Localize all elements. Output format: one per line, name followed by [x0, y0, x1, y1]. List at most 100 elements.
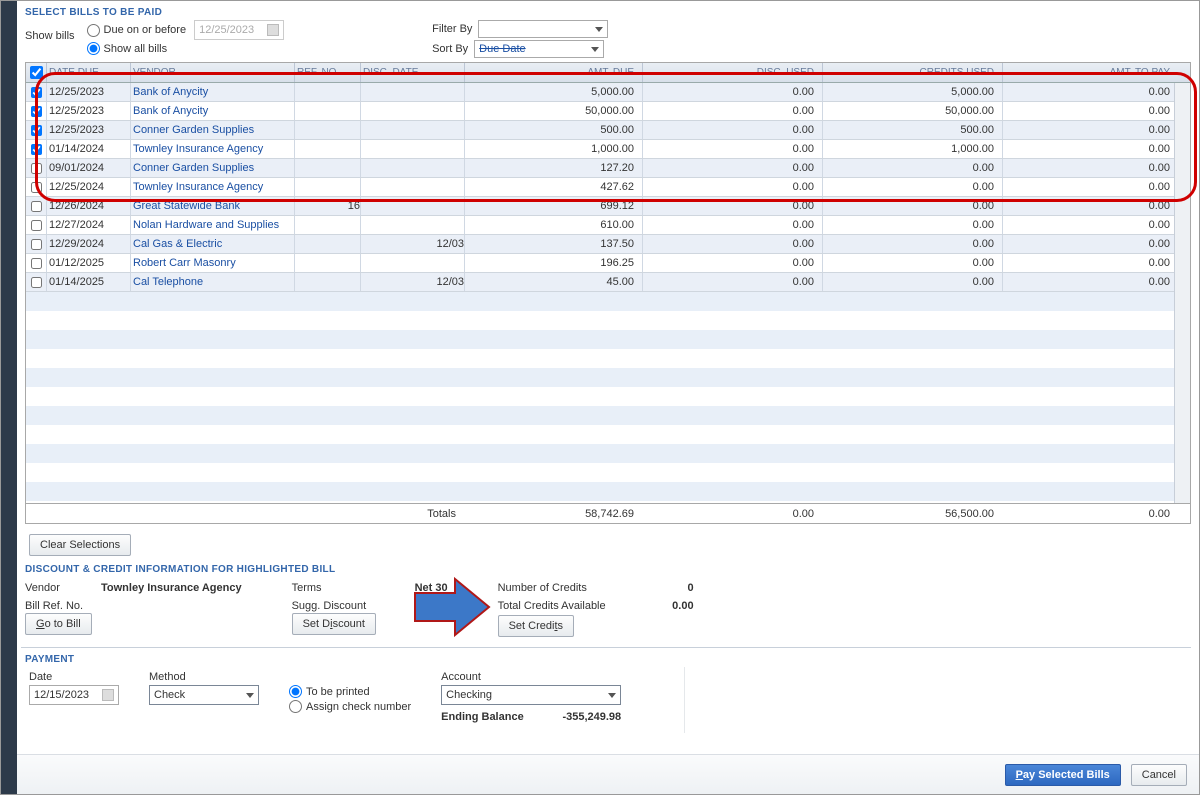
radio-to-be-printed[interactable]: To be printed — [289, 685, 411, 698]
cell-amt-to-pay: 0.00 — [1002, 235, 1178, 253]
row-checkbox[interactable] — [31, 239, 42, 250]
totals-cred: 56,500.00 — [822, 508, 1002, 520]
row-checkbox[interactable] — [31, 277, 42, 288]
table-row[interactable]: 12/27/2024Nolan Hardware and Supplies610… — [26, 216, 1190, 235]
cell-amt-due: 610.00 — [464, 216, 642, 234]
cell-ref-no — [294, 121, 360, 139]
calendar-icon — [267, 24, 279, 36]
section-title-payment: PAYMENT — [25, 654, 1191, 665]
cell-vendor[interactable]: Conner Garden Supplies — [130, 159, 294, 177]
cell-vendor[interactable]: Townley Insurance Agency — [130, 140, 294, 158]
cell-date-due: 12/25/2023 — [46, 102, 130, 120]
cell-ref-no — [294, 254, 360, 272]
cell-credits-used: 0.00 — [822, 159, 1002, 177]
cell-vendor[interactable]: Great Statewide Bank — [130, 197, 294, 215]
due-before-date-disabled: 12/25/2023 — [194, 20, 284, 40]
table-row[interactable]: 01/12/2025Robert Carr Masonry196.250.000… — [26, 254, 1190, 273]
radio-due-on-or-before[interactable]: Due on or before 12/25/2023 — [87, 20, 285, 40]
calendar-icon[interactable] — [102, 689, 114, 701]
row-checkbox[interactable] — [31, 125, 42, 136]
row-checkbox[interactable] — [31, 163, 42, 174]
cell-disc-used: 0.00 — [642, 83, 822, 101]
table-row[interactable]: 12/25/2023Bank of Anycity5,000.000.005,0… — [26, 83, 1190, 102]
row-checkbox[interactable] — [31, 106, 42, 117]
payment-date-value: 12/15/2023 — [34, 689, 89, 701]
show-bills-label: Show bills — [25, 20, 75, 42]
totals-disc: 0.00 — [642, 508, 822, 520]
header-amt-due[interactable]: AMT. DUE — [464, 63, 642, 82]
cell-disc-used: 0.00 — [642, 254, 822, 272]
sort-by-value: Due Date — [479, 43, 525, 55]
cell-disc-used: 0.00 — [642, 178, 822, 196]
row-checkbox[interactable] — [31, 220, 42, 231]
cancel-button[interactable]: Cancel — [1131, 764, 1187, 786]
cell-ref-no: 16 — [294, 197, 360, 215]
section-title-select-bills: SELECT BILLS TO BE PAID — [25, 7, 1191, 18]
header-vendor[interactable]: VENDOR — [130, 63, 294, 82]
header-date-due[interactable]: DATE DUE — [46, 63, 130, 82]
cell-vendor[interactable]: Nolan Hardware and Supplies — [130, 216, 294, 234]
cell-vendor[interactable]: Robert Carr Masonry — [130, 254, 294, 272]
row-checkbox[interactable] — [31, 87, 42, 98]
table-row[interactable]: 12/25/2023Bank of Anycity50,000.000.0050… — [26, 102, 1190, 121]
clear-selections-button[interactable]: Clear Selections — [29, 534, 131, 556]
cell-disc-date — [360, 159, 464, 177]
go-to-bill-button[interactable]: Go to Bill — [25, 613, 92, 635]
payment-method-select[interactable]: Check — [149, 685, 259, 705]
payment-account-select[interactable]: Checking — [441, 685, 621, 705]
table-row[interactable]: 01/14/2025Cal Telephone12/0345.000.000.0… — [26, 273, 1190, 292]
table-scrollbar[interactable] — [1174, 83, 1190, 503]
cell-amt-due: 5,000.00 — [464, 83, 642, 101]
cell-credits-used: 0.00 — [822, 254, 1002, 272]
radio-to-be-printed-input[interactable] — [289, 685, 302, 698]
sort-by-select[interactable]: Due Date — [474, 40, 604, 58]
header-disc-used[interactable]: DISC. USED — [642, 63, 822, 82]
table-row[interactable]: 12/25/2023Conner Garden Supplies500.000.… — [26, 121, 1190, 140]
row-checkbox[interactable] — [31, 201, 42, 212]
cell-ref-no — [294, 273, 360, 291]
cell-date-due: 01/14/2025 — [46, 273, 130, 291]
cell-disc-used: 0.00 — [642, 121, 822, 139]
row-checkbox[interactable] — [31, 258, 42, 269]
payment-date-input[interactable]: 12/15/2023 — [29, 685, 119, 705]
cell-vendor[interactable]: Bank of Anycity — [130, 102, 294, 120]
radio-assign-check-number[interactable]: Assign check number — [289, 700, 411, 713]
set-discount-button[interactable]: Set Discount — [292, 613, 376, 635]
cell-disc-date — [360, 83, 464, 101]
footer-bar: Pay Selected Bills Cancel — [17, 754, 1199, 794]
radio-assign-check-number-input[interactable] — [289, 700, 302, 713]
table-row[interactable]: 12/26/2024Great Statewide Bank16699.120.… — [26, 197, 1190, 216]
cell-disc-date — [360, 178, 464, 196]
table-row[interactable]: 01/14/2024Townley Insurance Agency1,000.… — [26, 140, 1190, 159]
filter-by-select[interactable] — [478, 20, 608, 38]
radio-due-on-or-before-input[interactable] — [87, 24, 100, 37]
ending-balance-value: -355,249.98 — [562, 711, 621, 723]
row-checkbox[interactable] — [31, 144, 42, 155]
cell-credits-used: 0.00 — [822, 216, 1002, 234]
payment-date-label: Date — [29, 671, 119, 683]
select-all-checkbox[interactable] — [30, 66, 43, 79]
cell-vendor[interactable]: Bank of Anycity — [130, 83, 294, 101]
header-disc-date[interactable]: DISC. DATE — [360, 63, 464, 82]
cell-amt-to-pay: 0.00 — [1002, 121, 1178, 139]
set-credits-button[interactable]: Set Credits — [498, 615, 574, 637]
radio-show-all-bills-input[interactable] — [87, 42, 100, 55]
cell-vendor[interactable]: Cal Gas & Electric — [130, 235, 294, 253]
table-row[interactable]: 12/25/2024Townley Insurance Agency427.62… — [26, 178, 1190, 197]
row-checkbox[interactable] — [31, 182, 42, 193]
cell-vendor[interactable]: Cal Telephone — [130, 273, 294, 291]
header-ref-no[interactable]: REF. NO. — [294, 63, 360, 82]
cell-disc-used: 0.00 — [642, 102, 822, 120]
pay-selected-bills-button[interactable]: Pay Selected Bills — [1005, 764, 1121, 786]
table-row[interactable]: 12/29/2024Cal Gas & Electric12/03137.500… — [26, 235, 1190, 254]
cell-date-due: 12/26/2024 — [46, 197, 130, 215]
header-checkbox-col[interactable] — [26, 63, 46, 82]
cell-vendor[interactable]: Conner Garden Supplies — [130, 121, 294, 139]
header-amt-to-pay[interactable]: AMT. TO PAY — [1002, 63, 1178, 82]
cell-amt-due: 699.12 — [464, 197, 642, 215]
radio-show-all-bills[interactable]: Show all bills — [87, 42, 285, 55]
disc-col-vendor: VendorTownley Insurance Agency Bill Ref.… — [25, 579, 242, 633]
table-row[interactable]: 09/01/2024Conner Garden Supplies127.200.… — [26, 159, 1190, 178]
cell-vendor[interactable]: Townley Insurance Agency — [130, 178, 294, 196]
header-credits-used[interactable]: CREDITS USED — [822, 63, 1002, 82]
